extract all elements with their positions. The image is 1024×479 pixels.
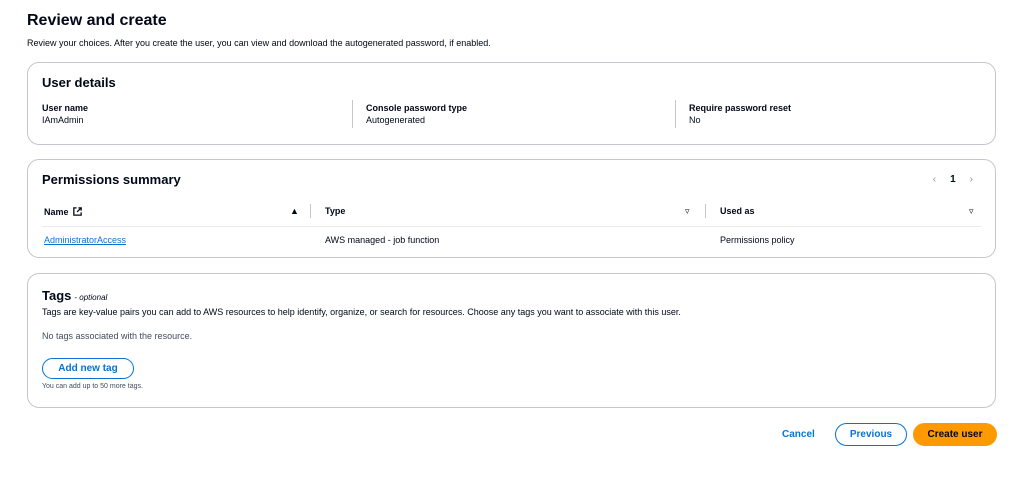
console-password-type-value: Autogenerated: [366, 115, 426, 125]
column-header-used-as[interactable]: Used as: [720, 206, 755, 216]
sort-icon[interactable]: ▿: [969, 206, 974, 217]
user-name-value: IAmAdmin: [42, 115, 84, 125]
tags-heading-label: Tags: [42, 288, 72, 303]
cancel-button[interactable]: Cancel: [782, 429, 815, 440]
column-divider: [352, 100, 353, 128]
column-header-name[interactable]: Name: [44, 206, 83, 217]
tags-description: Tags are key-value pairs you can add to …: [42, 307, 681, 317]
page-description: Review your choices. After you create th…: [27, 38, 491, 48]
column-used-as-label: Used as: [720, 206, 755, 216]
previous-button[interactable]: Previous: [835, 423, 907, 446]
tags-card: Tags - optional Tags are key-value pairs …: [27, 273, 996, 408]
user-details-card: User details User name IAmAdmin Console …: [27, 62, 996, 145]
column-name-label: Name: [44, 206, 69, 217]
page-number[interactable]: 1: [950, 174, 956, 185]
pagination: ‹ 1 ›: [933, 174, 973, 185]
sort-icon[interactable]: ▿: [685, 206, 690, 217]
require-password-reset-value: No: [689, 115, 701, 125]
console-password-type-field: Console password type Autogenerated: [366, 102, 467, 126]
no-tags-message: No tags associated with the resource.: [42, 331, 193, 341]
tags-heading: Tags - optional: [42, 288, 107, 303]
user-name-label: User name: [42, 103, 89, 113]
sort-ascending-icon[interactable]: ▲: [290, 206, 299, 216]
permissions-summary-card: Permissions summary ‹ 1 › Name ▲ Type ▿ …: [27, 159, 996, 258]
policy-link[interactable]: AdministratorAccess: [44, 235, 126, 245]
external-link-icon: [72, 207, 82, 216]
user-name-field: User name IAmAdmin: [42, 102, 88, 126]
chevron-right-icon[interactable]: ›: [970, 174, 973, 185]
require-password-reset-label: Require password reset: [689, 103, 792, 113]
tags-limit-note: You can add up to 50 more tags.: [42, 383, 143, 390]
column-header-type[interactable]: Type: [325, 206, 345, 216]
page-title: Review and create: [27, 12, 167, 29]
policy-used-as: Permissions policy: [720, 235, 795, 245]
policy-type: AWS managed - job function: [325, 235, 440, 245]
optional-label: - optional: [74, 293, 108, 302]
column-divider: [705, 204, 706, 218]
permissions-summary-heading: Permissions summary: [42, 172, 181, 187]
console-password-type-label: Console password type: [366, 103, 468, 113]
chevron-left-icon[interactable]: ‹: [933, 174, 936, 185]
create-user-button[interactable]: Create user: [913, 423, 997, 446]
column-divider: [310, 204, 311, 218]
add-new-tag-button[interactable]: Add new tag: [42, 358, 134, 379]
user-details-heading: User details: [42, 75, 116, 90]
column-type-label: Type: [325, 206, 346, 216]
column-divider: [675, 100, 676, 128]
table-header-divider: [42, 226, 981, 227]
require-password-reset-field: Require password reset No: [689, 102, 791, 126]
